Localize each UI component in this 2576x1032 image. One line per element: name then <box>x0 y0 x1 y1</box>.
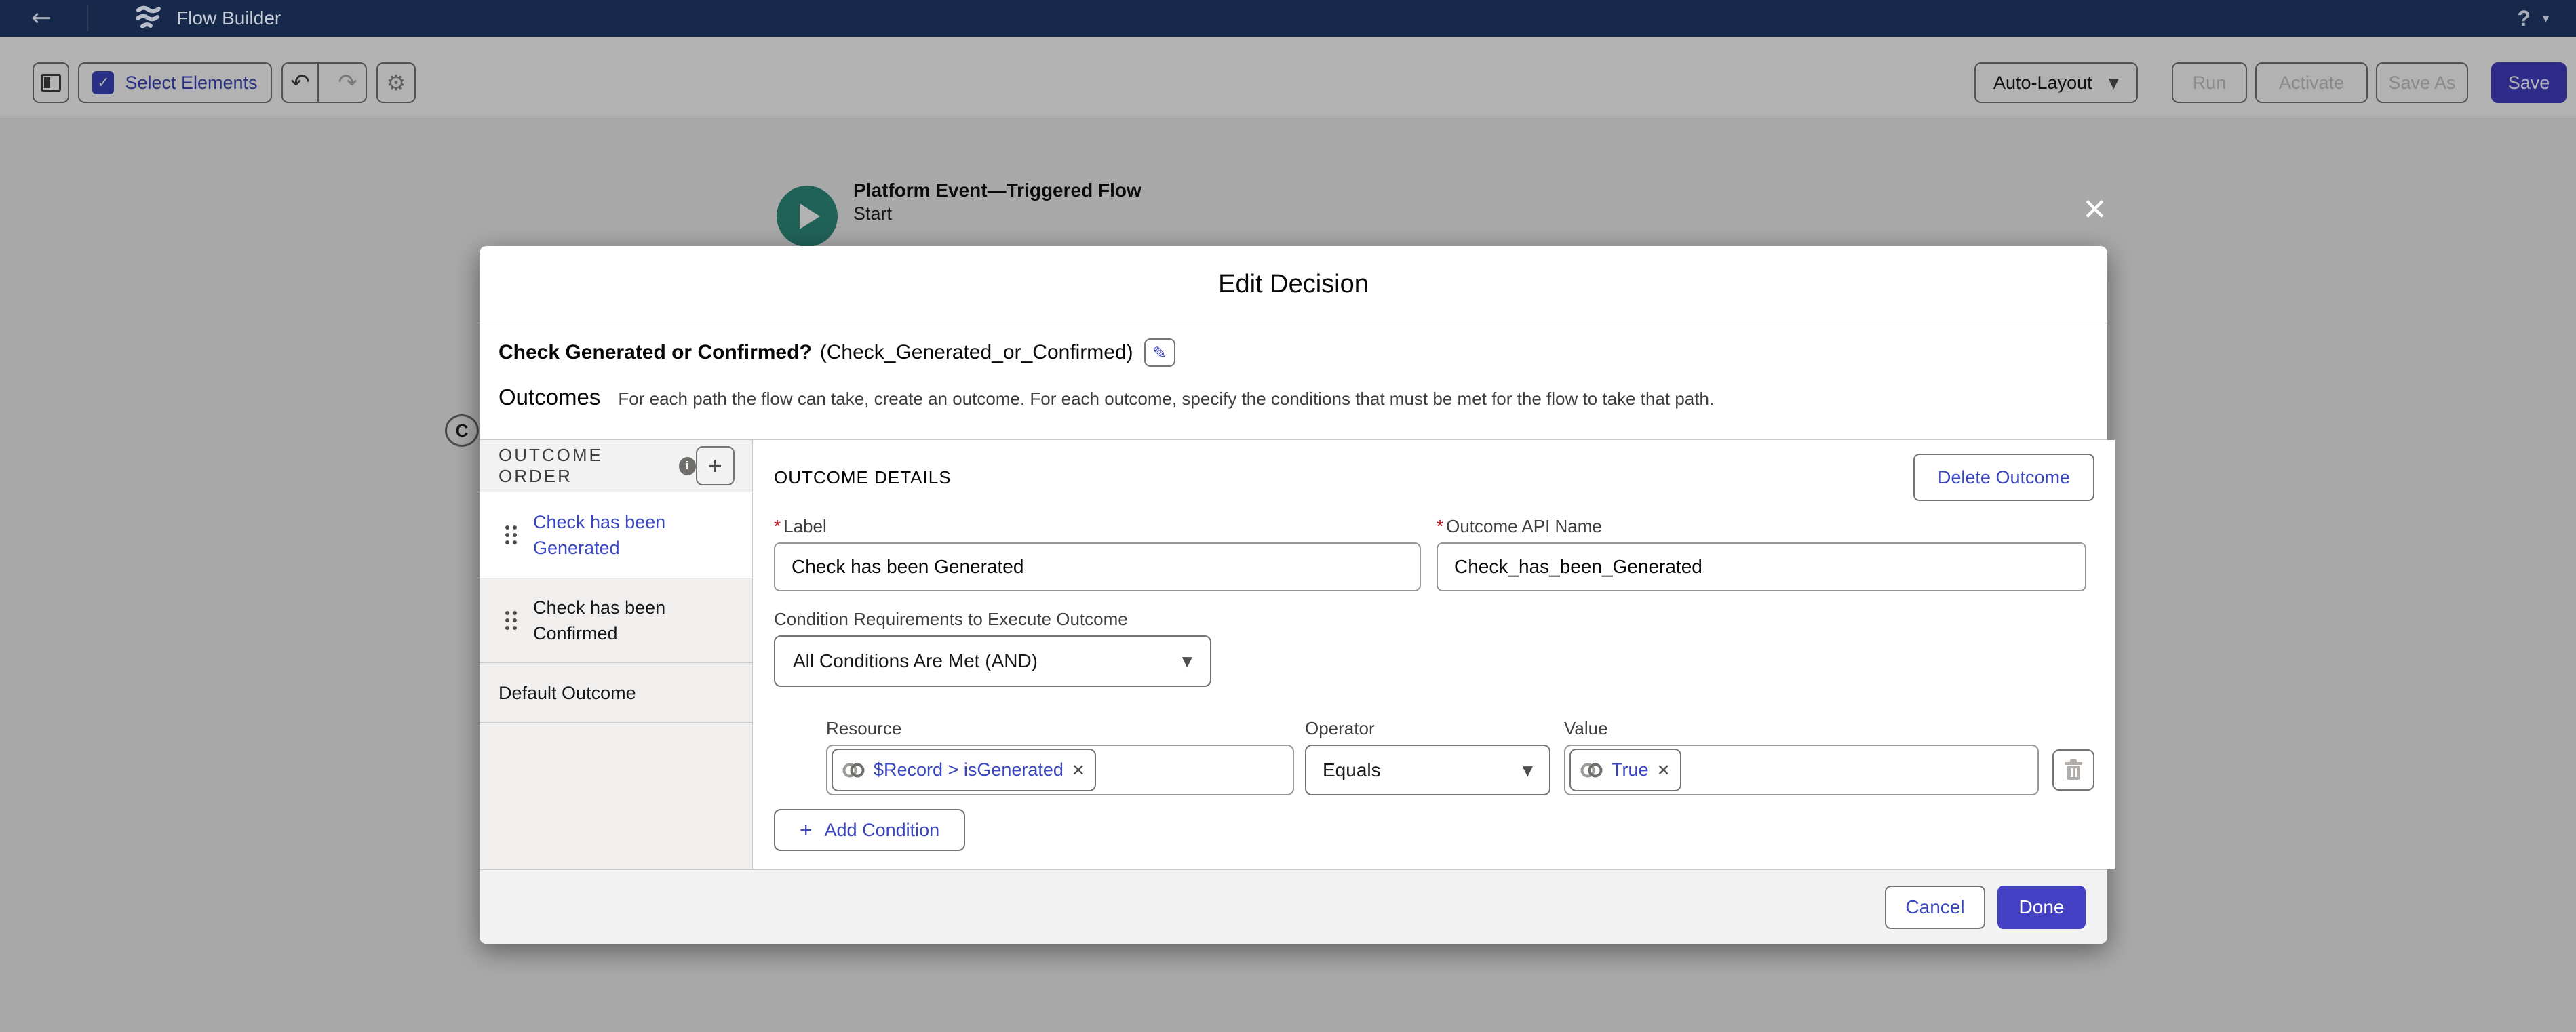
modal-panels: OUTCOME ORDER i + Check has been Generat… <box>480 439 2107 869</box>
api-name-field: *Outcome API Name <box>1437 516 2086 591</box>
outcome-order-header: OUTCOME ORDER i + <box>480 440 752 492</box>
edit-decision-modal: Edit Decision Check Generated or Confirm… <box>480 246 2107 944</box>
condition-row: Resource $Record > isGenerated ✕ <box>826 718 2094 795</box>
outcome-item-label: Check has been Generated <box>533 509 703 561</box>
chevron-down-icon: ▼ <box>1182 653 1192 669</box>
label-fields-row: *Label *Outcome API Name <box>774 516 2094 591</box>
chevron-down-icon: ▼ <box>1523 762 1533 778</box>
app-title: Flow Builder <box>176 7 281 29</box>
outcome-item-label: Check has been Confirmed <box>533 595 703 646</box>
resource-pill[interactable]: $Record > isGenerated ✕ <box>832 749 1096 791</box>
operator-column: Operator Equals ▼ <box>1305 718 1553 795</box>
value-label: Value <box>1564 718 2042 739</box>
required-marker: * <box>774 516 781 536</box>
label-field-label: *Label <box>774 516 1421 537</box>
label-field: *Label <box>774 516 1421 591</box>
help-chevron-down-icon[interactable]: ▾ <box>2543 12 2549 26</box>
value-pill[interactable]: True ✕ <box>1569 749 1681 791</box>
edit-name-button[interactable]: ✎ <box>1144 338 1175 367</box>
pencil-icon: ✎ <box>1152 343 1167 363</box>
modal-upper-section: Check Generated or Confirmed? (Check_Gen… <box>480 323 2107 439</box>
outcome-details-panel: OUTCOME DETAILS Delete Outcome *Label *O… <box>753 440 2115 869</box>
back-arrow-icon[interactable]: ← <box>31 0 52 37</box>
condition-requirements-field: Condition Requirements to Execute Outcom… <box>774 609 2094 687</box>
delete-outcome-button[interactable]: Delete Outcome <box>1913 454 2094 501</box>
add-condition-button[interactable]: + Add Condition <box>774 809 965 851</box>
info-icon[interactable]: i <box>679 457 696 475</box>
resource-combobox[interactable]: $Record > isGenerated ✕ <box>826 745 1294 795</box>
header-divider <box>87 5 88 31</box>
label-input[interactable] <box>774 542 1421 591</box>
outcome-order-panel: OUTCOME ORDER i + Check has been Generat… <box>480 440 753 869</box>
flow-builder-logo-icon <box>133 5 161 32</box>
modal-header: Edit Decision <box>480 246 2107 323</box>
drag-handle-icon[interactable] <box>505 525 517 544</box>
outcome-list-item[interactable]: Check has been Generated <box>480 492 752 578</box>
resource-column: Resource $Record > isGenerated ✕ <box>826 718 1294 795</box>
drag-handle-icon[interactable] <box>505 611 517 630</box>
delete-condition-button[interactable] <box>2052 749 2094 791</box>
modal-footer: Cancel Done <box>480 869 2107 944</box>
outcomes-heading-row: Outcomes For each path the flow can take… <box>499 384 2088 410</box>
done-button[interactable]: Done <box>1997 886 2086 929</box>
help-icon[interactable]: ? <box>2517 6 2531 31</box>
condition-requirements-value: All Conditions Are Met (AND) <box>793 650 1038 672</box>
condition-requirements-dropdown[interactable]: All Conditions Are Met (AND) ▼ <box>774 635 1211 687</box>
operator-dropdown[interactable]: Equals ▼ <box>1305 745 1550 795</box>
outcome-item-label: Default Outcome <box>499 680 668 706</box>
decision-label: Check Generated or Confirmed? <box>499 341 812 364</box>
plus-icon: + <box>800 818 813 843</box>
operator-label: Operator <box>1305 718 1553 739</box>
outcome-list-item[interactable]: Default Outcome <box>480 663 752 723</box>
outcome-list-item[interactable]: Check has been Confirmed <box>480 578 752 663</box>
resource-label: Resource <box>826 718 1294 739</box>
plus-icon: + <box>708 452 722 480</box>
add-outcome-button[interactable]: + <box>696 446 735 485</box>
add-condition-label: Add Condition <box>825 820 940 841</box>
cancel-button[interactable]: Cancel <box>1885 886 1985 929</box>
outcome-order-title: OUTCOME ORDER <box>499 445 669 487</box>
outcomes-heading: Outcomes <box>499 384 600 410</box>
operator-value: Equals <box>1323 759 1381 781</box>
remove-value-icon[interactable]: ✕ <box>1657 761 1671 780</box>
resource-pill-label: $Record > isGenerated <box>874 759 1063 780</box>
modal-title: Edit Decision <box>1218 270 1369 299</box>
app-header: ← Flow Builder ? ▾ <box>0 0 2576 37</box>
value-pill-label: True <box>1612 759 1649 780</box>
close-icon[interactable]: ✕ <box>2082 195 2107 225</box>
record-variable-icon <box>1580 761 1603 779</box>
api-field-label: *Outcome API Name <box>1437 516 2086 537</box>
condition-requirements-label: Condition Requirements to Execute Outcom… <box>774 609 2094 630</box>
value-column: Value True ✕ <box>1564 718 2042 795</box>
outcomes-description: For each path the flow can take, create … <box>618 389 1714 410</box>
decision-name-row: Check Generated or Confirmed? (Check_Gen… <box>499 338 2088 367</box>
value-combobox[interactable]: True ✕ <box>1564 745 2039 795</box>
required-marker: * <box>1437 516 1443 536</box>
outcome-api-name-input[interactable] <box>1437 542 2086 591</box>
outcome-details-header: OUTCOME DETAILS Delete Outcome <box>774 454 2094 501</box>
remove-resource-icon[interactable]: ✕ <box>1072 761 1085 780</box>
outcome-details-title: OUTCOME DETAILS <box>774 467 952 488</box>
record-variable-icon <box>842 761 865 779</box>
trash-icon <box>2063 759 2084 782</box>
decision-api-name: (Check_Generated_or_Confirmed) <box>820 341 1133 364</box>
